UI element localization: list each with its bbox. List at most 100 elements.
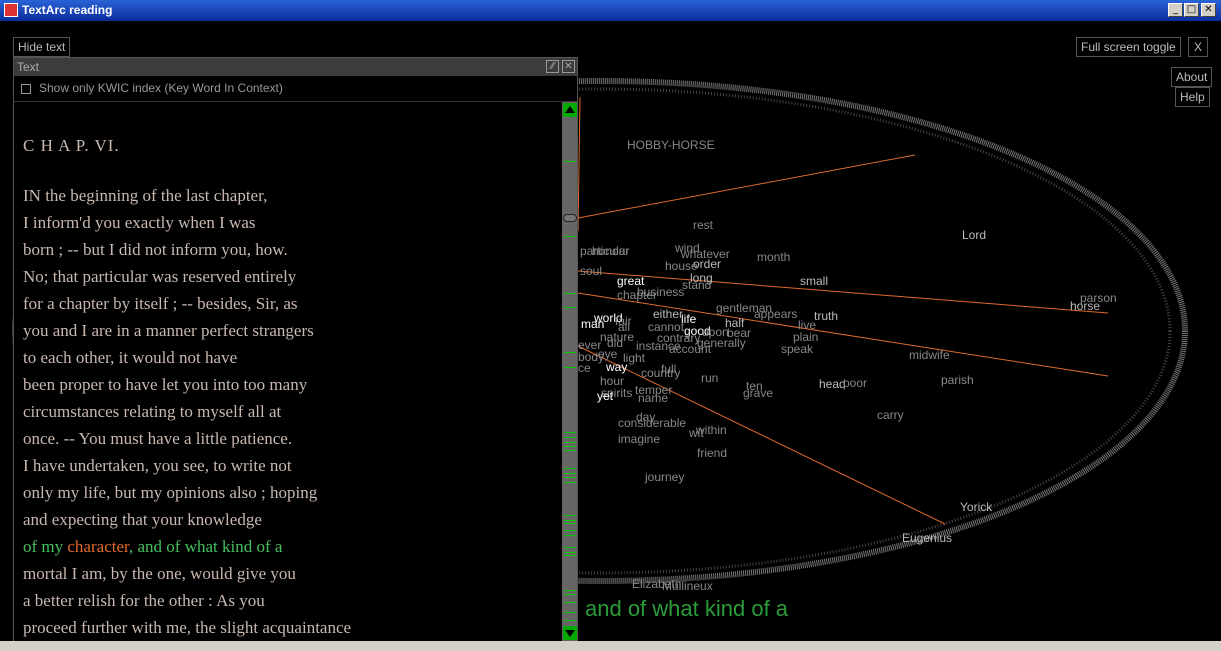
arc-word[interactable]: grave <box>743 386 773 400</box>
arc-word[interactable]: Yorick <box>960 500 992 514</box>
arc-word[interactable]: man <box>581 317 604 331</box>
text-line: mortal I am, by the one, would give you <box>23 564 296 583</box>
text-line: born ; -- but I did not inform you, how. <box>23 240 288 259</box>
arc-word[interactable]: generally <box>697 336 746 350</box>
text-line: No; that particular was reserved entirel… <box>23 267 297 286</box>
close-window-button[interactable]: ✕ <box>1201 3 1216 17</box>
text-line: proceed further with me, the slight acqu… <box>23 618 352 637</box>
full-screen-toggle-button[interactable]: Full screen toggle <box>1076 37 1181 57</box>
arc-word[interactable]: stand <box>682 278 711 292</box>
text-panel: Text ⁄⁄ ✕ Show only KWIC index (Key Word… <box>13 57 578 642</box>
highlight-keyword[interactable]: character <box>67 537 129 556</box>
text-line: circumstances relating to myself all at <box>23 402 282 421</box>
arc-word[interactable]: all <box>618 320 630 334</box>
help-button[interactable]: Help <box>1175 87 1210 107</box>
arc-word[interactable]: speak <box>781 342 813 356</box>
text-line: only my life, but my opinions also ; hop… <box>23 483 318 502</box>
scroll-match-marker <box>564 468 576 469</box>
kwic-label: Show only KWIC index (Key Word In Contex… <box>39 81 283 95</box>
arc-word[interactable]: rest <box>693 218 713 232</box>
text-body: C H A P. VI. IN the beginning of the las… <box>23 136 553 641</box>
arc-word[interactable]: midwife <box>909 348 950 362</box>
scroll-match-marker <box>564 555 576 556</box>
arc-word[interactable]: particular <box>580 244 629 258</box>
text-line: for a chapter by itself ; -- besides, Si… <box>23 294 298 313</box>
minimize-button[interactable]: _ <box>1168 3 1183 17</box>
scroll-match-marker <box>564 523 576 524</box>
kwic-checkbox-row[interactable]: Show only KWIC index (Key Word In Contex… <box>21 81 283 95</box>
arc-word[interactable]: poor <box>843 376 867 390</box>
scroll-thumb[interactable] <box>563 214 577 222</box>
scroll-match-marker <box>564 620 576 621</box>
scroll-match-marker <box>564 520 576 521</box>
scroll-match-marker <box>564 482 576 483</box>
arc-word[interactable]: Lord <box>962 228 986 242</box>
arc-word[interactable]: considerable <box>618 416 686 430</box>
panel-title: Text <box>17 60 40 74</box>
maximize-button[interactable]: □ <box>1184 3 1199 17</box>
arc-word[interactable]: HOBBY-HORSE <box>627 138 715 152</box>
arc-word[interactable]: soul <box>580 264 602 278</box>
kwic-checkbox[interactable] <box>21 83 31 94</box>
text-line: I have undertaken, you see, to write not <box>23 456 292 475</box>
arc-word[interactable]: small <box>800 274 828 288</box>
scroll-match-marker <box>564 442 576 443</box>
arc-word[interactable]: yet <box>597 389 613 403</box>
scroll-match-marker <box>564 590 576 591</box>
context-phrase: and of what kind of a <box>585 596 789 621</box>
scroll-match-marker <box>564 612 576 613</box>
arc-word[interactable]: imagine <box>618 432 660 446</box>
scroll-match-marker <box>564 602 576 603</box>
arc-word[interactable]: appears <box>754 307 797 321</box>
scroll-match-marker <box>564 552 576 553</box>
arc-word[interactable]: ever <box>578 338 601 352</box>
arc-word[interactable]: run <box>701 371 718 385</box>
scroll-match-marker <box>564 535 576 536</box>
scroll-match-marker <box>564 161 576 162</box>
scroll-match-marker <box>564 473 576 474</box>
close-x-button[interactable]: X <box>1188 37 1208 57</box>
scroll-match-marker <box>564 293 576 294</box>
arc-word[interactable]: chapter <box>617 288 657 302</box>
arc-word[interactable]: way <box>606 360 627 374</box>
scroll-match-marker <box>564 530 576 531</box>
arc-word[interactable]: ce <box>578 361 591 375</box>
panel-header[interactable]: Text ⁄⁄ ✕ <box>14 58 577 76</box>
arc-word[interactable]: journey <box>645 470 684 484</box>
text-line: to each other, it would not have <box>23 348 238 367</box>
scroll-match-marker <box>564 477 576 478</box>
window-title-bar: TextArc reading _ □ ✕ <box>0 0 1221 21</box>
arc-word[interactable]: wit <box>689 426 704 440</box>
panel-close-button[interactable]: ✕ <box>562 60 575 73</box>
arc-word[interactable]: full <box>661 362 676 376</box>
arc-word[interactable]: month <box>757 250 790 264</box>
highlight-pre: of my <box>23 537 68 556</box>
resize-icon[interactable]: ⁄⁄ <box>546 60 559 73</box>
scroll-match-marker <box>564 367 576 368</box>
text-line: I inform'd you exactly when I was <box>23 213 256 232</box>
scroll-match-marker <box>564 515 576 516</box>
arc-word[interactable]: did <box>607 336 623 350</box>
arc-word[interactable]: Eugenius <box>902 531 952 545</box>
vertical-scrollbar[interactable] <box>562 102 577 641</box>
highlight-post: , and of what kind of a <box>128 537 283 556</box>
scroll-match-marker <box>564 547 576 548</box>
arc-word[interactable]: name <box>638 391 668 405</box>
arc-word[interactable]: either <box>653 307 683 321</box>
arc-word[interactable]: truth <box>814 309 838 323</box>
text-line: been proper to have let you into too man… <box>23 375 308 394</box>
arc-word[interactable]: parish <box>941 373 974 387</box>
arc-word[interactable]: head <box>819 377 846 391</box>
text-lines: IN the beginning of the last chapter, I i… <box>23 182 553 533</box>
scroll-up-arrow-icon[interactable] <box>563 103 577 117</box>
arc-word[interactable]: parson <box>1080 291 1117 305</box>
arc-word[interactable]: friend <box>697 446 727 460</box>
status-bar <box>0 641 1221 651</box>
arc-word[interactable]: carry <box>877 408 904 422</box>
hide-text-button[interactable]: Hide text <box>13 37 71 57</box>
arc-word[interactable]: Mullineux <box>662 579 713 593</box>
scroll-match-marker <box>564 594 576 595</box>
scroll-down-arrow-icon[interactable] <box>563 626 577 640</box>
about-button[interactable]: About <box>1171 67 1213 87</box>
text-line: IN the beginning of the last chapter, <box>23 186 268 205</box>
